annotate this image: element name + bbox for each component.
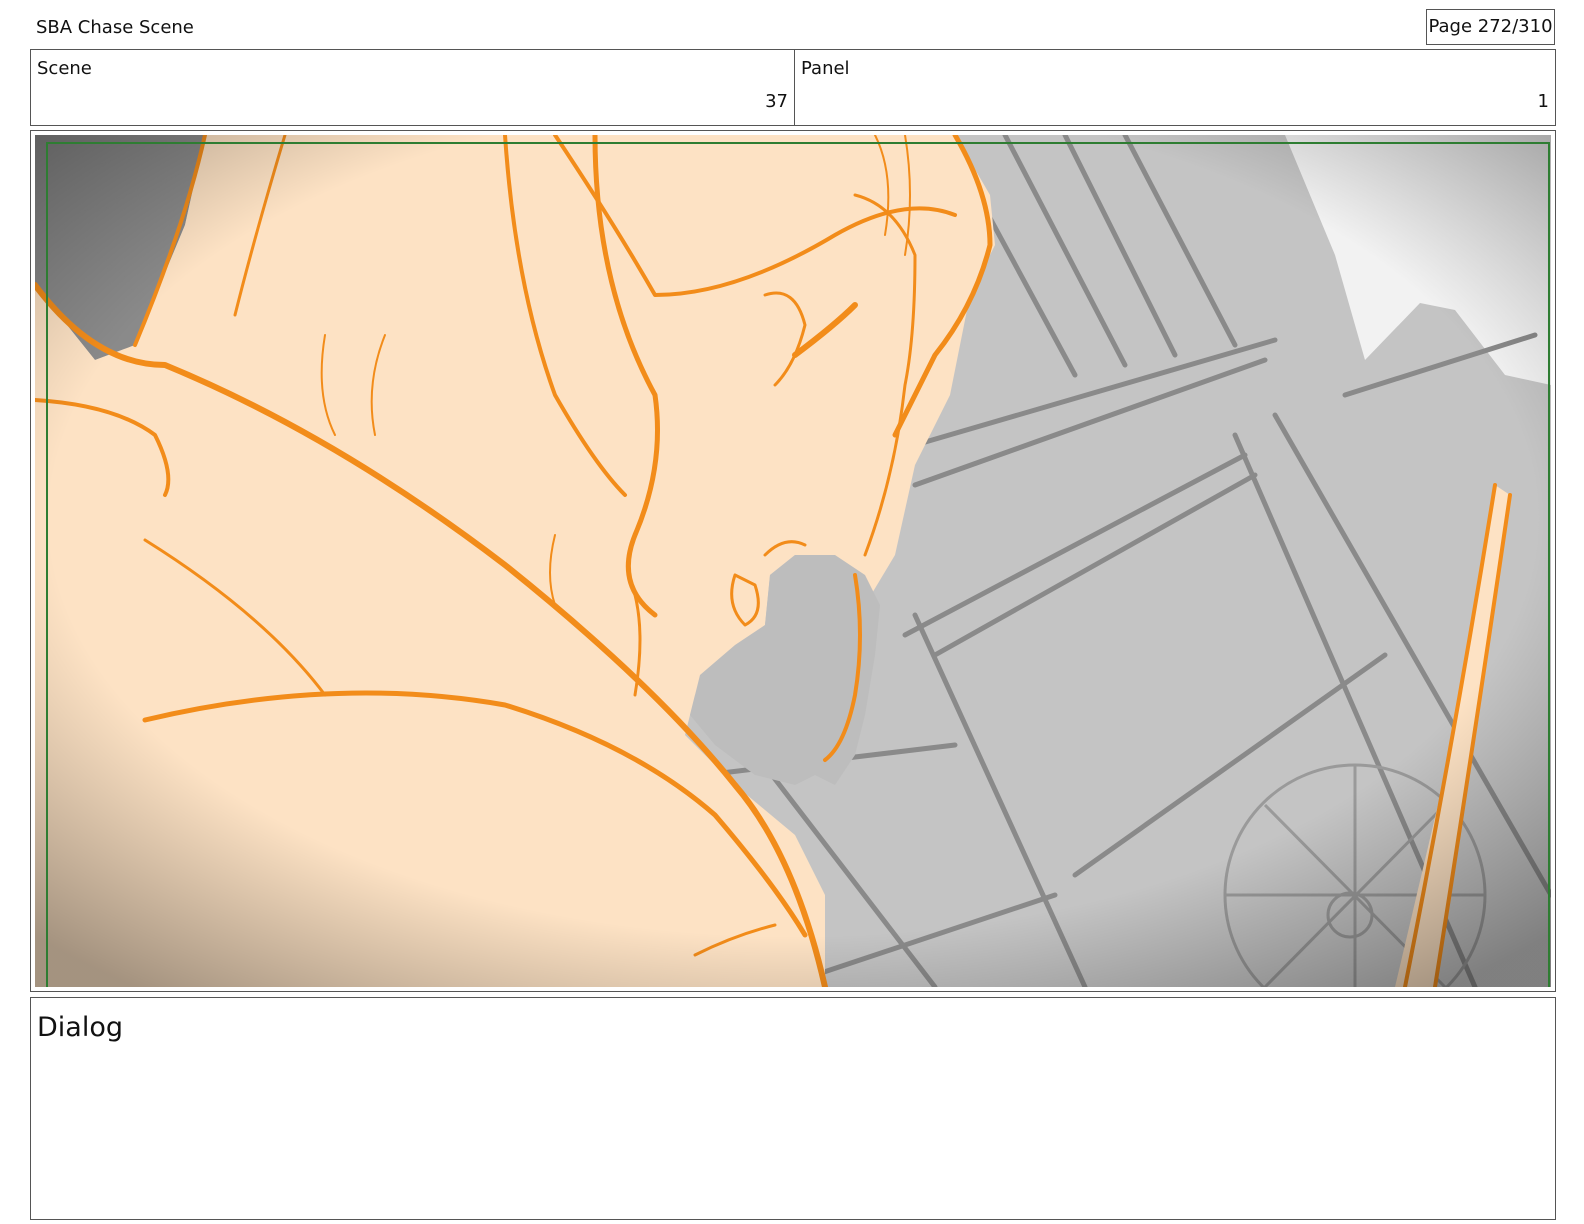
panel-artwork-sketch: [35, 135, 1551, 987]
storyboard-frame: [30, 130, 1556, 992]
page-counter: Page 272/310: [1426, 9, 1555, 45]
storyboard-page: SBA Chase Scene Page 272/310 Scene 37 Pa…: [0, 0, 1584, 1224]
scene-cell: Scene 37: [31, 50, 795, 125]
panel-label: Panel: [801, 58, 850, 79]
dialog-box[interactable]: Dialog: [30, 997, 1556, 1220]
document-title: SBA Chase Scene: [36, 17, 194, 38]
panel-cell: Panel 1: [795, 50, 1555, 125]
vignette-overlay: [35, 135, 1551, 987]
dialog-label: Dialog: [37, 1012, 123, 1043]
scene-panel-info-row: Scene 37 Panel 1: [30, 49, 1556, 126]
scene-number: 37: [765, 91, 788, 112]
panel-number: 1: [1537, 91, 1549, 112]
scene-label: Scene: [37, 58, 92, 79]
panel-artwork: [35, 135, 1551, 987]
